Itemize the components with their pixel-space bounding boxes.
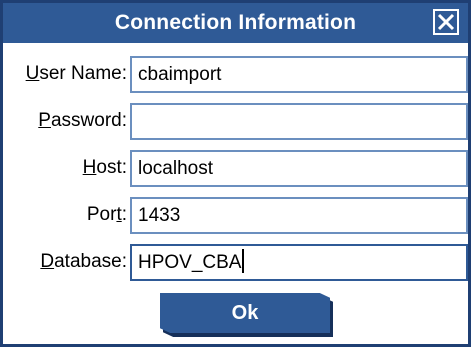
port-field[interactable]: 1433	[130, 197, 468, 234]
close-icon	[437, 13, 455, 31]
host-field[interactable]: localhost	[130, 150, 468, 187]
close-button[interactable]	[433, 9, 459, 35]
password-field[interactable]	[130, 103, 468, 140]
text-caret	[242, 249, 245, 273]
title-bar: Connection Information	[3, 3, 468, 43]
database-row: Database: HPOV_CBA	[3, 242, 468, 282]
host-label: Host:	[82, 157, 127, 178]
ok-button[interactable]: Ok	[160, 293, 330, 333]
password-label: Password:	[38, 110, 127, 131]
user-name-field[interactable]: cbaimport	[130, 56, 468, 93]
dialog-title: Connection Information	[114, 11, 357, 34]
connection-dialog: Connection Information User Name: cbaimp…	[0, 0, 471, 347]
host-row: Host: localhost	[3, 148, 468, 188]
user-name-label: User Name:	[25, 63, 127, 84]
database-label: Database:	[40, 251, 127, 272]
port-label: Port:	[86, 204, 127, 225]
port-row: Port: 1433	[3, 195, 468, 235]
database-field[interactable]: HPOV_CBA	[130, 244, 468, 281]
password-row: Password:	[3, 101, 468, 141]
user-name-row: User Name: cbaimport	[3, 54, 468, 94]
